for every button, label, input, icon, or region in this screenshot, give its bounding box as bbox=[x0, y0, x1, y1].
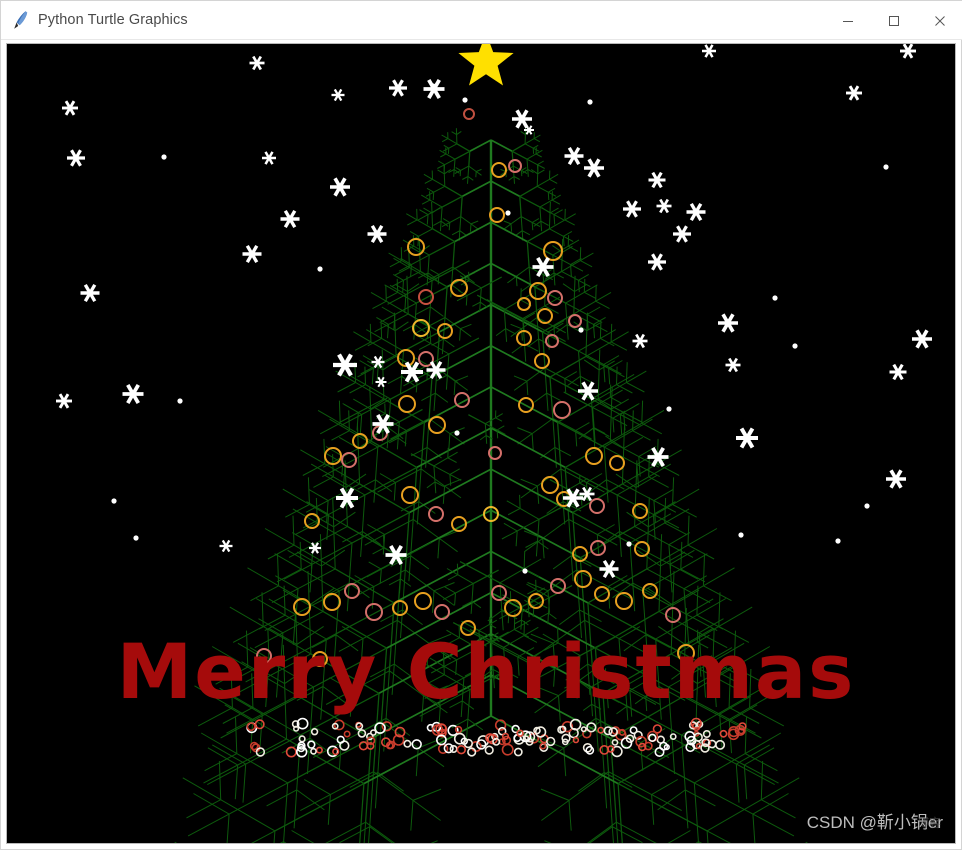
close-button[interactable] bbox=[917, 1, 962, 40]
snowflake bbox=[564, 146, 584, 166]
snowflake bbox=[889, 363, 907, 381]
snowflake bbox=[623, 200, 641, 218]
snow-dot bbox=[133, 535, 139, 541]
christmas-scene: Merry Christmas bbox=[7, 44, 955, 843]
python-feather-icon bbox=[8, 7, 34, 33]
snowflake bbox=[632, 333, 648, 349]
snow-dot bbox=[505, 210, 511, 216]
snowflake bbox=[725, 357, 741, 373]
window-title: Python Turtle Graphics bbox=[38, 12, 188, 28]
snowflake bbox=[333, 353, 357, 377]
snow-dot bbox=[430, 83, 436, 89]
snowflake bbox=[80, 283, 100, 303]
watermark-ghost: 博客 bbox=[916, 816, 941, 830]
turtle-graphics-window: Python Turtle Graphics Merry Christmas C… bbox=[0, 0, 962, 850]
snow-dot bbox=[587, 99, 593, 105]
snowflake bbox=[584, 158, 604, 178]
snowflake bbox=[886, 469, 906, 489]
snowflake bbox=[262, 151, 276, 165]
snow-dot bbox=[578, 327, 584, 333]
snowflake bbox=[122, 383, 144, 405]
snowflake bbox=[648, 253, 666, 271]
snowflake bbox=[912, 329, 932, 349]
snowflake bbox=[62, 100, 78, 116]
snowflake bbox=[331, 88, 345, 102]
window-controls bbox=[825, 1, 962, 40]
snowflake bbox=[736, 427, 758, 449]
snow-dot bbox=[772, 295, 778, 301]
snow-dot bbox=[738, 532, 744, 538]
snowflake bbox=[249, 55, 265, 71]
scene-vector-layer: Merry Christmas bbox=[56, 44, 932, 843]
snowflake bbox=[309, 542, 321, 554]
tree-branches bbox=[174, 128, 808, 843]
turtle-canvas[interactable]: Merry Christmas CSDN @靳小锅er 博客 bbox=[6, 43, 956, 844]
snow-dot bbox=[666, 406, 672, 412]
snowflake bbox=[56, 393, 72, 409]
maximize-button[interactable] bbox=[871, 1, 917, 40]
snowflake bbox=[330, 177, 350, 197]
snowflake bbox=[686, 202, 706, 222]
snow-dot bbox=[317, 266, 323, 272]
snowflake bbox=[512, 109, 532, 129]
snowflake bbox=[673, 225, 691, 243]
snowflake bbox=[846, 85, 862, 101]
snowflake bbox=[280, 209, 300, 229]
snow-dot bbox=[626, 541, 632, 547]
snow-dot bbox=[864, 503, 870, 509]
snow-dot bbox=[177, 398, 183, 404]
snow-dot bbox=[792, 343, 798, 349]
snowflake bbox=[900, 44, 916, 59]
snowflake bbox=[718, 313, 738, 333]
snowflake bbox=[367, 224, 387, 244]
snowflake bbox=[242, 244, 262, 264]
snowflake bbox=[423, 78, 445, 100]
snow-dot bbox=[522, 568, 528, 574]
snowflake bbox=[67, 149, 85, 167]
snow-dot bbox=[462, 97, 468, 103]
snowflake bbox=[599, 559, 619, 579]
snowflakes bbox=[56, 44, 932, 579]
snow-dot bbox=[161, 154, 167, 160]
snowflake bbox=[219, 539, 233, 553]
star-shape bbox=[458, 44, 514, 86]
snow-dot bbox=[111, 498, 117, 504]
snowflake bbox=[389, 79, 407, 97]
snowflake bbox=[648, 171, 666, 189]
minimize-button[interactable] bbox=[825, 1, 871, 40]
greeting-text: Merry Christmas bbox=[117, 627, 856, 716]
title-bar: Python Turtle Graphics bbox=[1, 1, 962, 40]
snowflake bbox=[656, 198, 672, 214]
snowflake bbox=[702, 44, 716, 58]
snow-dot bbox=[454, 430, 460, 436]
snow-dot bbox=[883, 164, 889, 170]
snow-dot bbox=[835, 538, 841, 544]
